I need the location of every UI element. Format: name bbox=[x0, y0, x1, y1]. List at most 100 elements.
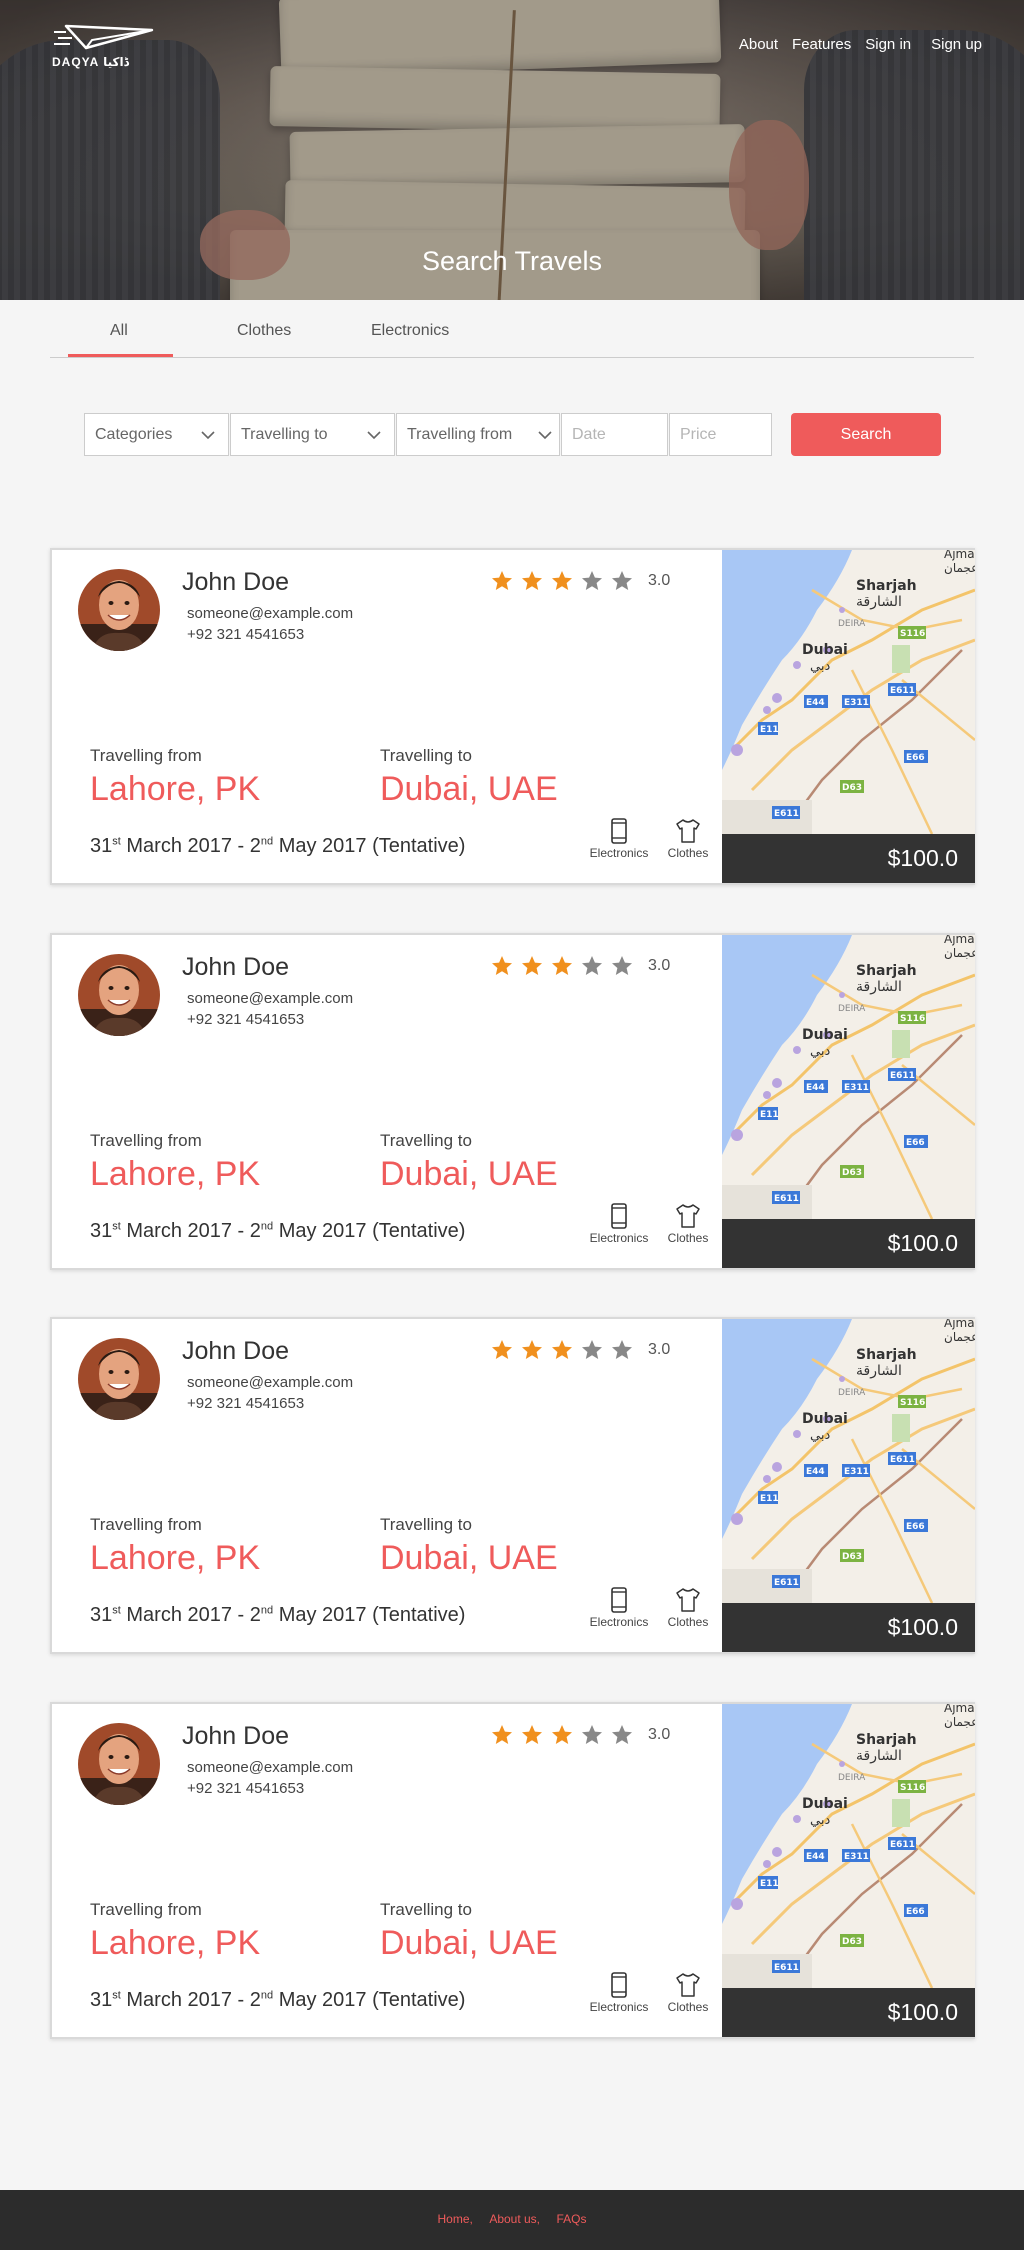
star-filled-icon bbox=[492, 1725, 512, 1744]
travelling-to-select[interactable]: Travelling to bbox=[230, 413, 395, 456]
svg-text:E66: E66 bbox=[906, 753, 925, 763]
route-map[interactable]: Ajman عجمان Sharjah الشارقة Dubai دبي DE… bbox=[722, 1704, 975, 1988]
category-clothes[interactable]: Clothes bbox=[648, 1203, 728, 1245]
svg-text:DEIRA: DEIRA bbox=[838, 1004, 866, 1014]
svg-text:E11: E11 bbox=[760, 1110, 779, 1120]
travel-dates: 31st March 2017 - 2nd May 2017 (Tentativ… bbox=[90, 1989, 466, 2011]
travelling-from-select[interactable]: Travelling from bbox=[396, 413, 560, 456]
star-filled-icon bbox=[522, 571, 542, 590]
svg-text:E611: E611 bbox=[890, 1840, 915, 1850]
chevron-down-icon bbox=[367, 431, 381, 440]
traveller-phone: +92 321 4541653 bbox=[187, 1011, 305, 1028]
avatar[interactable] bbox=[78, 1338, 160, 1420]
price-input[interactable]: Price bbox=[669, 413, 772, 456]
star-empty-icon bbox=[612, 1340, 632, 1359]
travelling-from-label: Travelling from bbox=[90, 1131, 202, 1150]
route-map[interactable]: Ajman عجمان Sharjah الشارقة Dubai دبي DE… bbox=[722, 550, 975, 834]
svg-text:E611: E611 bbox=[774, 1194, 799, 1204]
category-electronics[interactable]: Electronics bbox=[579, 1587, 659, 1629]
chevron-down-icon bbox=[201, 431, 215, 440]
category-clothes[interactable]: Clothes bbox=[648, 818, 728, 860]
rating-value: 3.0 bbox=[648, 572, 671, 589]
svg-text:E66: E66 bbox=[906, 1522, 925, 1532]
svg-text:S116: S116 bbox=[900, 1783, 925, 1793]
phone-icon bbox=[611, 1587, 627, 1613]
svg-text:الشارقة: الشارقة bbox=[856, 594, 902, 610]
svg-text:E44: E44 bbox=[806, 698, 825, 708]
category-label: Electronics bbox=[589, 2000, 649, 2014]
tab-all[interactable]: All bbox=[110, 322, 128, 340]
traveller-email: someone@example.com bbox=[187, 1374, 354, 1391]
category-clothes[interactable]: Clothes bbox=[648, 1972, 728, 2014]
svg-text:D63: D63 bbox=[842, 1937, 862, 1947]
destination-city: Dubai, UAE bbox=[380, 1539, 558, 1577]
star-empty-icon bbox=[612, 956, 632, 975]
category-clothes[interactable]: Clothes bbox=[648, 1587, 728, 1629]
search-button[interactable]: Search bbox=[791, 413, 941, 456]
traveller-email: someone@example.com bbox=[187, 1759, 354, 1776]
travel-card[interactable]: John Doe someone@example.com +92 321 454… bbox=[50, 1317, 975, 1654]
svg-text:E611: E611 bbox=[890, 1071, 915, 1081]
chevron-down-icon bbox=[538, 431, 552, 440]
avatar[interactable] bbox=[78, 569, 160, 651]
svg-text:S116: S116 bbox=[900, 629, 925, 639]
svg-text:Sharjah: Sharjah bbox=[856, 1347, 917, 1363]
origin-city: Lahore, PK bbox=[90, 1155, 261, 1193]
avatar[interactable] bbox=[78, 954, 160, 1036]
traveller-phone: +92 321 4541653 bbox=[187, 626, 305, 643]
svg-text:Dubai: Dubai bbox=[802, 642, 848, 658]
category-electronics[interactable]: Electronics bbox=[579, 818, 659, 860]
tab-electronics[interactable]: Electronics bbox=[371, 322, 449, 340]
nav-about-link[interactable]: About bbox=[739, 36, 778, 53]
category-label: Electronics bbox=[589, 1615, 649, 1629]
phone-icon bbox=[611, 1203, 627, 1229]
phone-icon bbox=[611, 818, 627, 844]
svg-text:دبي: دبي bbox=[810, 659, 830, 674]
svg-text:E611: E611 bbox=[774, 809, 799, 819]
svg-text:E611: E611 bbox=[774, 1578, 799, 1588]
travel-card[interactable]: John Doe someone@example.com +92 321 454… bbox=[50, 933, 975, 1270]
categories-select[interactable]: Categories bbox=[84, 413, 229, 456]
footer-about-link[interactable]: About us, bbox=[489, 2212, 540, 2226]
svg-text:عجمان: عجمان bbox=[944, 946, 975, 960]
rating-value: 3.0 bbox=[648, 957, 671, 974]
svg-text:Sharjah: Sharjah bbox=[856, 1732, 917, 1748]
date-input[interactable]: Date bbox=[561, 413, 668, 456]
origin-city: Lahore, PK bbox=[90, 770, 261, 808]
category-electronics[interactable]: Electronics bbox=[579, 1972, 659, 2014]
traveller-email: someone@example.com bbox=[187, 990, 354, 1007]
avatar[interactable] bbox=[78, 1723, 160, 1805]
star-filled-icon bbox=[492, 571, 512, 590]
svg-text:E11: E11 bbox=[760, 725, 779, 735]
nav-sign-in-link[interactable]: Sign in bbox=[865, 36, 911, 53]
star-empty-icon bbox=[582, 1340, 602, 1359]
category-label: Clothes bbox=[667, 2000, 709, 2014]
svg-text:Ajman: Ajman bbox=[944, 550, 975, 561]
tab-clothes[interactable]: Clothes bbox=[237, 322, 291, 340]
route-map[interactable]: Ajman عجمان Sharjah الشارقة Dubai دبي DE… bbox=[722, 1319, 975, 1603]
travel-card[interactable]: John Doe someone@example.com +92 321 454… bbox=[50, 1702, 975, 2039]
svg-text:عجمان: عجمان bbox=[944, 1715, 975, 1729]
category-label: Electronics bbox=[589, 1231, 649, 1245]
star-empty-icon bbox=[612, 571, 632, 590]
traveller-name: John Doe bbox=[182, 953, 290, 981]
category-electronics[interactable]: Electronics bbox=[579, 1203, 659, 1245]
footer-faqs-link[interactable]: FAQs bbox=[556, 2212, 586, 2226]
travel-card[interactable]: John Doe someone@example.com +92 321 454… bbox=[50, 548, 975, 885]
travelling-to-label: Travelling to bbox=[380, 1515, 472, 1534]
svg-text:Dubai: Dubai bbox=[802, 1411, 848, 1427]
nav-features-link[interactable]: Features bbox=[792, 36, 851, 53]
travelling-from-label: Travelling from bbox=[90, 1515, 202, 1534]
rating-value: 3.0 bbox=[648, 1726, 671, 1743]
brand-name[interactable]: DAQYA ڈاکیا bbox=[52, 55, 129, 69]
travel-dates: 31st March 2017 - 2nd May 2017 (Tentativ… bbox=[90, 835, 466, 857]
svg-text:Sharjah: Sharjah bbox=[856, 963, 917, 979]
traveller-email: someone@example.com bbox=[187, 605, 354, 622]
footer-home-link[interactable]: Home, bbox=[438, 2212, 473, 2226]
nav-sign-up-link[interactable]: Sign up bbox=[931, 36, 982, 53]
travelling-to-label: Travelling to bbox=[380, 1131, 472, 1150]
traveller-name: John Doe bbox=[182, 568, 290, 596]
route-map[interactable]: Ajman عجمان Sharjah الشارقة Dubai دبي DE… bbox=[722, 935, 975, 1219]
travelling-to-label: Travelling to bbox=[380, 746, 472, 765]
svg-text:دبي: دبي bbox=[810, 1428, 830, 1443]
